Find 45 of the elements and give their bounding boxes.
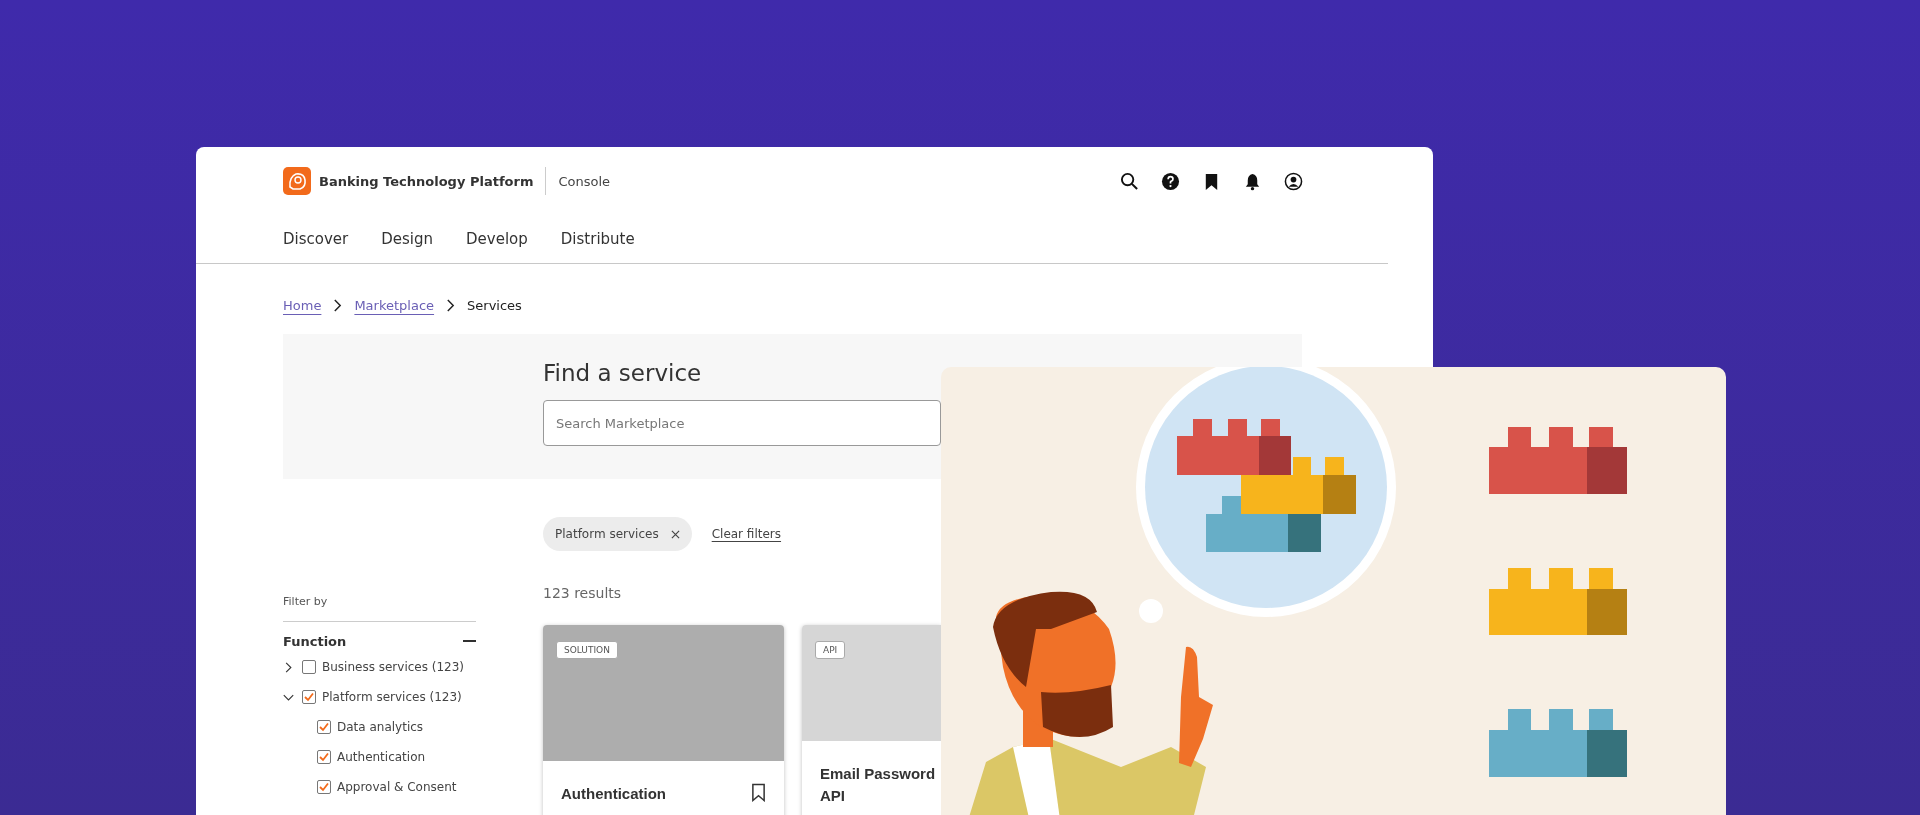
type-tag: API	[815, 641, 846, 659]
breadcrumb-link[interactable]: Marketplace	[354, 297, 435, 313]
page-heading: Find a service	[543, 360, 703, 386]
chevron-right-icon	[446, 298, 456, 312]
filter-chip[interactable]: Platform services	[543, 517, 692, 551]
current-page-label: Services	[467, 297, 522, 313]
help-icon[interactable]	[1161, 171, 1180, 191]
search-field[interactable]: Search Marketplace	[543, 400, 941, 446]
nav-link[interactable]: Distribute	[560, 230, 635, 248]
filter-option-label: Data analytics	[337, 720, 424, 734]
brand-name: Banking Technology Platform	[319, 173, 534, 189]
breadcrumb-link[interactable]: Home	[283, 297, 322, 313]
bell-icon[interactable]	[1243, 171, 1262, 191]
card-title: Authentication	[561, 784, 666, 804]
brick-icon	[1489, 568, 1627, 635]
checkbox[interactable]	[317, 720, 331, 734]
nav-link[interactable]: Design	[381, 230, 434, 248]
card-title: Email Password	[820, 764, 936, 784]
nav-link[interactable]: Discover	[283, 230, 349, 248]
checkbox[interactable]	[317, 780, 331, 794]
close-icon[interactable]	[670, 529, 680, 539]
user-icon[interactable]	[1284, 171, 1303, 191]
brick-icon	[1489, 709, 1627, 777]
chevron-right-icon[interactable]	[283, 661, 294, 673]
filter-option-label: Authentication	[337, 750, 426, 764]
service-card[interactable]: SOLUTION Authentication	[543, 625, 784, 815]
chevron-right-icon	[333, 298, 343, 312]
bookmark-icon[interactable]	[751, 783, 766, 802]
search-icon[interactable]	[1120, 171, 1139, 191]
card-title: API	[820, 786, 846, 806]
filter-group-title: Function	[283, 633, 347, 649]
filter-option-label: Business services (123)	[322, 660, 465, 674]
brick-icon	[1489, 427, 1627, 494]
filter-option-label: Platform services (123)	[322, 690, 462, 704]
section-name: Console	[558, 173, 611, 189]
checkbox[interactable]	[302, 690, 316, 704]
filter-option-label: Approval & Consent	[337, 780, 457, 794]
results-count: 123 results	[543, 585, 623, 603]
checkbox[interactable]	[302, 660, 316, 674]
filter-heading: Filter by	[283, 595, 329, 608]
checkbox[interactable]	[317, 750, 331, 764]
type-tag: SOLUTION	[556, 641, 618, 659]
service-card[interactable]: API Email Password API	[802, 625, 941, 815]
clear-filters-link[interactable]: Clear filters	[711, 527, 782, 541]
nav-link[interactable]: Develop	[466, 230, 528, 248]
